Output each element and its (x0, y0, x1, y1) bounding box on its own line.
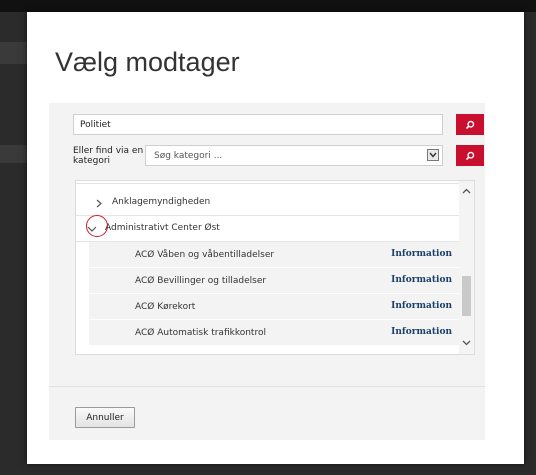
list-item[interactable]: ACØ Våben og våbentilladelser Informatio… (89, 242, 460, 268)
cancel-button[interactable]: Annuller (75, 407, 135, 428)
scrollbar-thumb[interactable] (462, 276, 471, 316)
information-link[interactable]: Information (391, 301, 452, 311)
recipient-search-input[interactable] (73, 114, 443, 135)
list-item-label: ACØ Bevillinger og tilladelser (135, 276, 267, 286)
tree-item-administrativt-center-ost[interactable]: Administrativt Center Øst (76, 216, 460, 242)
list-item[interactable]: ACØ Automatisk trafikkontrol Information (89, 320, 460, 346)
recipient-tree: Anklagemyndigheden Administrativt Center… (75, 180, 475, 355)
category-select-placeholder: Søg kategori ... (154, 151, 223, 161)
backdrop-element (0, 42, 28, 64)
chevron-right-icon[interactable] (94, 198, 104, 208)
tree-item-label: Anklagemyndigheden (112, 197, 211, 207)
recipient-dialog: Vælg modtager Eller find via en kategori… (27, 12, 524, 464)
tree-item-label: Administrativt Center Øst (105, 223, 220, 233)
chevron-down-icon[interactable] (427, 149, 439, 161)
search-panel: Eller find via en kategori Søg kategori … (49, 103, 485, 386)
backdrop-top-bar (0, 0, 536, 12)
tree-item-anklagemyndigheden[interactable]: Anklagemyndigheden (76, 189, 460, 216)
chevron-up-icon[interactable] (460, 186, 473, 196)
list-item-label: ACØ Automatisk trafikkontrol (135, 328, 266, 338)
category-search-button[interactable] (456, 145, 484, 166)
tree-row-partial (76, 181, 460, 184)
chevron-down-icon[interactable] (460, 338, 473, 348)
list-item-label: ACØ Kørekort (135, 302, 196, 312)
information-link[interactable]: Information (391, 327, 452, 337)
information-link[interactable]: Information (391, 249, 452, 259)
list-item[interactable]: ACØ Kørekort Information (89, 294, 460, 320)
search-button[interactable] (456, 114, 484, 135)
dialog-title: Vælg modtager (55, 47, 240, 77)
backdrop-element (0, 145, 28, 163)
search-icon (465, 120, 475, 129)
highlight-circle (86, 215, 108, 237)
category-label: Eller find via en kategori (73, 146, 144, 166)
tree-scrollbar[interactable] (459, 181, 474, 354)
search-icon (465, 151, 475, 160)
list-item[interactable]: ACØ Bevillinger og tilladelser Informati… (89, 268, 460, 294)
category-select[interactable]: Søg kategori ... (145, 145, 443, 166)
list-item-label: ACØ Våben og våbentilladelser (135, 250, 275, 260)
information-link[interactable]: Information (391, 275, 452, 285)
dialog-footer: Annuller (49, 386, 485, 440)
